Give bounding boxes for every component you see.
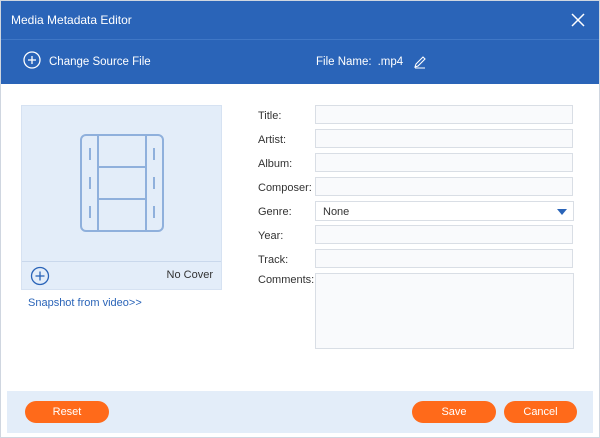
composer-label: Composer:	[258, 182, 312, 194]
cover-bar: No Cover	[22, 261, 221, 289]
artist-label: Artist:	[258, 134, 287, 146]
artist-field[interactable]	[315, 129, 573, 148]
year-field[interactable]	[315, 225, 573, 244]
reset-button[interactable]: Reset	[25, 401, 109, 423]
album-label: Album:	[258, 158, 293, 170]
composer-field[interactable]	[315, 177, 573, 196]
change-source-file-button[interactable]: Change Source File	[23, 50, 151, 74]
genre-label: Genre:	[258, 206, 292, 218]
window-title: Media Metadata Editor	[11, 13, 132, 27]
comments-label: Comments:	[258, 274, 315, 286]
save-button[interactable]: Save	[412, 401, 496, 423]
title-bar: Media Metadata Editor	[1, 1, 599, 39]
genre-select[interactable]: None	[315, 201, 574, 221]
title-label: Title:	[258, 110, 282, 122]
genre-value: None	[323, 206, 350, 218]
file-name-display: File Name: .mp4	[316, 55, 427, 69]
plus-circle-icon	[23, 50, 41, 74]
title-field[interactable]	[315, 105, 573, 124]
file-name-label: File Name:	[316, 56, 372, 68]
comments-field[interactable]	[315, 273, 574, 349]
toolbar: Change Source File File Name: .mp4	[1, 39, 599, 84]
add-cover-icon[interactable]	[30, 266, 50, 286]
change-source-file-label: Change Source File	[49, 56, 151, 68]
cover-art-panel: No Cover	[21, 105, 222, 290]
track-label: Track:	[258, 254, 289, 266]
metadata-editor-window: Media Metadata Editor Change Source File…	[0, 0, 600, 438]
footer-bar: Reset Save Cancel	[7, 391, 593, 433]
film-icon	[80, 134, 164, 237]
file-name-value: .mp4	[377, 56, 404, 68]
close-icon[interactable]	[569, 11, 587, 29]
snapshot-from-video-link[interactable]: Snapshot from video>>	[28, 297, 142, 309]
year-label: Year:	[258, 230, 284, 242]
album-field[interactable]	[315, 153, 573, 172]
cancel-button[interactable]: Cancel	[504, 401, 577, 423]
pencil-icon[interactable]	[413, 55, 427, 69]
caret-down-icon	[557, 209, 567, 215]
track-field[interactable]	[315, 249, 573, 268]
no-cover-label: No Cover	[166, 269, 213, 281]
